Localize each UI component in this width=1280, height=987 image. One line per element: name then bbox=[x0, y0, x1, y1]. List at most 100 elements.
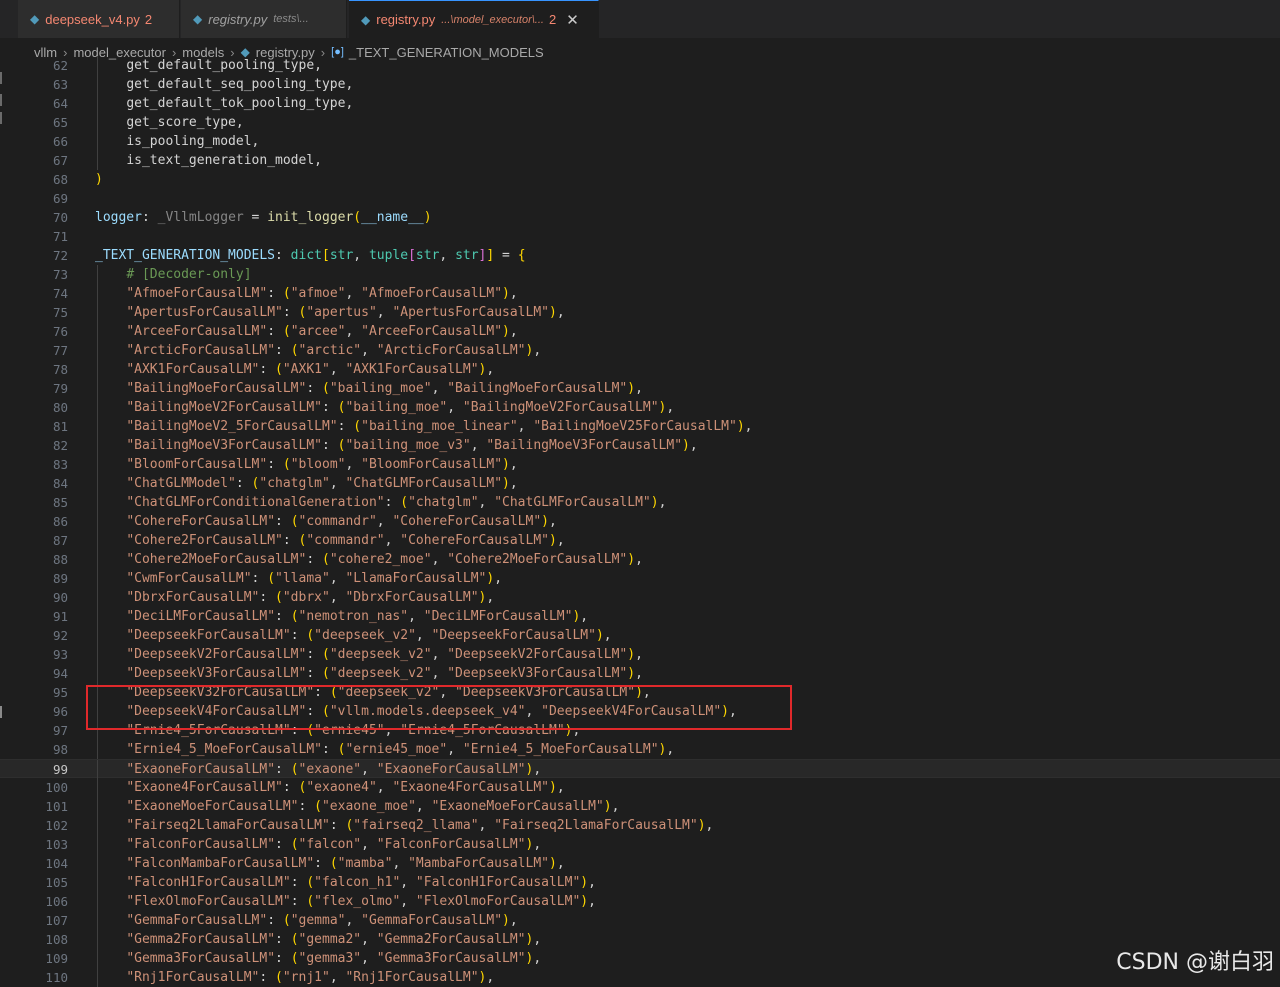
code-text: get_default_seq_pooling_type, bbox=[126, 77, 354, 92]
line-number: 87 bbox=[52, 533, 68, 548]
code-text: "Ernie4_5ForCausalLM": ("ernie45", "Erni… bbox=[126, 723, 581, 738]
line-number: 95 bbox=[52, 685, 68, 700]
code-text: get_score_type, bbox=[126, 115, 244, 130]
code-text: "DeepseekV4ForCausalLM": ("vllm.models.d… bbox=[126, 704, 737, 719]
code-text: "ChatGLMForConditionalGeneration": ("cha… bbox=[126, 495, 667, 510]
python-file-icon: ◆ bbox=[361, 12, 371, 27]
code-editor[interactable]: 62 get_default_pooling_type, 63 get_defau… bbox=[0, 56, 1280, 987]
line-number: 64 bbox=[52, 96, 68, 111]
code-text: "Gemma2ForCausalLM": ("gemma2", "Gemma2F… bbox=[126, 932, 542, 947]
close-icon[interactable]: ✕ bbox=[566, 11, 579, 29]
code-line[interactable]: 101 "ExaoneMoeForCausalLM": ("exaone_moe… bbox=[0, 797, 1280, 816]
code-text: "AfmoeForCausalLM": ("afmoe", "AfmoeForC… bbox=[126, 286, 518, 301]
code-line[interactable]: 63 get_default_seq_pooling_type, bbox=[0, 75, 1280, 94]
code-line[interactable]: 82 "BailingMoeV3ForCausalLM": ("bailing_… bbox=[0, 436, 1280, 455]
code-line[interactable]: 94 "DeepseekV3ForCausalLM": ("deepseek_v… bbox=[0, 664, 1280, 683]
code-text: "BailingMoeV2_5ForCausalLM": ("bailing_m… bbox=[126, 419, 753, 434]
code-line[interactable]: 62 get_default_pooling_type, bbox=[0, 56, 1280, 75]
code-line[interactable]: 91 "DeciLMForCausalLM": ("nemotron_nas",… bbox=[0, 607, 1280, 626]
code-line[interactable]: 108 "Gemma2ForCausalLM": ("gemma2", "Gem… bbox=[0, 930, 1280, 949]
tab-deepseek-v4[interactable]: ◆ deepseek_v4.py 2 bbox=[18, 0, 180, 38]
code-line[interactable]: 68) bbox=[0, 170, 1280, 189]
line-number: 101 bbox=[45, 799, 68, 814]
code-line[interactable]: 105 "FalconH1ForCausalLM": ("falcon_h1",… bbox=[0, 873, 1280, 892]
code-line[interactable]: 100 "Exaone4ForCausalLM": ("exaone4", "E… bbox=[0, 778, 1280, 797]
code-text: is_pooling_model, bbox=[126, 134, 260, 149]
code-text: "ChatGLMModel": ("chatglm", "ChatGLMForC… bbox=[126, 476, 518, 491]
code-line[interactable]: 78 "AXK1ForCausalLM": ("AXK1", "AXK1ForC… bbox=[0, 360, 1280, 379]
code-text: is_text_generation_model, bbox=[126, 153, 322, 168]
code-line[interactable]: 107 "GemmaForCausalLM": ("gemma", "Gemma… bbox=[0, 911, 1280, 930]
code-line[interactable]: 75 "ApertusForCausalLM": ("apertus", "Ap… bbox=[0, 303, 1280, 322]
code-text: "CohereForCausalLM": ("commandr", "Coher… bbox=[126, 514, 557, 529]
code-text: "Cohere2ForCausalLM": ("commandr", "Cohe… bbox=[126, 533, 565, 548]
code-line[interactable]: 102 "Fairseq2LlamaForCausalLM": ("fairse… bbox=[0, 816, 1280, 835]
code-line[interactable]: 99 "ExaoneForCausalLM": ("exaone", "Exao… bbox=[0, 759, 1280, 779]
line-number: 70 bbox=[52, 210, 68, 225]
code-line[interactable]: 110 "Rnj1ForCausalLM": ("rnj1", "Rnj1For… bbox=[0, 968, 1280, 987]
code-text: "DeepseekV32ForCausalLM": ("deepseek_v2"… bbox=[126, 685, 651, 700]
code-line[interactable]: 73 # [Decoder-only] bbox=[0, 265, 1280, 284]
code-text: "FlexOlmoForCausalLM": ("flex_olmo", "Fl… bbox=[126, 894, 596, 909]
code-line[interactable]: 97 "Ernie4_5ForCausalLM": ("ernie45", "E… bbox=[0, 721, 1280, 740]
code-line[interactable]: 65 get_score_type, bbox=[0, 113, 1280, 132]
code-line[interactable]: 103 "FalconForCausalLM": ("falcon", "Fal… bbox=[0, 835, 1280, 854]
code-line[interactable]: 70 logger: _VllmLogger = init_logger(__na… bbox=[0, 208, 1280, 227]
code-line[interactable]: 71 bbox=[0, 227, 1280, 246]
code-text: "ExaoneMoeForCausalLM": ("exaone_moe", "… bbox=[126, 799, 620, 814]
code-text: "FalconH1ForCausalLM": ("falcon_h1", "Fa… bbox=[126, 875, 596, 890]
code-line[interactable]: 95 "DeepseekV32ForCausalLM": ("deepseek_… bbox=[0, 683, 1280, 702]
line-number: 65 bbox=[52, 115, 68, 130]
code-text: "Gemma3ForCausalLM": ("gemma3", "Gemma3F… bbox=[126, 951, 542, 966]
code-line[interactable]: 77 "ArcticForCausalLM": ("arctic", "Arct… bbox=[0, 341, 1280, 360]
code-line[interactable]: 74 "AfmoeForCausalLM": ("afmoe", "AfmoeF… bbox=[0, 284, 1280, 303]
code-line[interactable]: 109 "Gemma3ForCausalLM": ("gemma3", "Gem… bbox=[0, 949, 1280, 968]
code-line[interactable]: 79 "BailingMoeForCausalLM": ("bailing_mo… bbox=[0, 379, 1280, 398]
problem-count-badge: 2 bbox=[548, 12, 557, 27]
code-line[interactable]: 106 "FlexOlmoForCausalLM": ("flex_olmo",… bbox=[0, 892, 1280, 911]
code-line[interactable]: 81 "BailingMoeV2_5ForCausalLM": ("bailin… bbox=[0, 417, 1280, 436]
code-line[interactable]: 93 "DeepseekV2ForCausalLM": ("deepseek_v… bbox=[0, 645, 1280, 664]
code-line[interactable]: 69 bbox=[0, 189, 1280, 208]
line-number: 66 bbox=[52, 134, 68, 149]
line-number: 88 bbox=[52, 552, 68, 567]
code-text: get_default_tok_pooling_type, bbox=[126, 96, 354, 111]
code-text: "Exaone4ForCausalLM": ("exaone4", "Exaon… bbox=[126, 780, 565, 795]
code-line[interactable]: 87 "Cohere2ForCausalLM": ("commandr", "C… bbox=[0, 531, 1280, 550]
tab-registry-model-executor[interactable]: ◆ registry.py ...\model_executor\... 2 ✕ bbox=[349, 0, 599, 38]
code-line[interactable]: 98 "Ernie4_5_MoeForCausalLM": ("ernie45_… bbox=[0, 740, 1280, 759]
code-line[interactable]: 85 "ChatGLMForConditionalGeneration": ("… bbox=[0, 493, 1280, 512]
tab-registry-tests[interactable]: ◆ registry.py tests\... bbox=[181, 0, 347, 38]
code-line[interactable]: 88 "Cohere2MoeForCausalLM": ("cohere2_mo… bbox=[0, 550, 1280, 569]
code-line[interactable]: 104 "FalconMambaForCausalLM": ("mamba", … bbox=[0, 854, 1280, 873]
code-line[interactable]: 84 "ChatGLMModel": ("chatglm", "ChatGLMF… bbox=[0, 474, 1280, 493]
code-text: "GemmaForCausalLM": ("gemma", "GemmaForC… bbox=[126, 913, 518, 928]
code-line[interactable]: 90 "DbrxForCausalLM": ("dbrx", "DbrxForC… bbox=[0, 588, 1280, 607]
code-text: "DeepseekV2ForCausalLM": ("deepseek_v2",… bbox=[126, 647, 643, 662]
code-line[interactable]: 72 _TEXT_GENERATION_MODELS: dict[str, tup… bbox=[0, 246, 1280, 265]
line-number: 107 bbox=[45, 913, 68, 928]
code-line[interactable]: 76 "ArceeForCausalLM": ("arcee", "ArceeF… bbox=[0, 322, 1280, 341]
code-line[interactable]: 83 "BloomForCausalLM": ("bloom", "BloomF… bbox=[0, 455, 1280, 474]
line-number: 94 bbox=[52, 666, 68, 681]
code-line[interactable]: 66 is_pooling_model, bbox=[0, 132, 1280, 151]
line-number: 78 bbox=[52, 362, 68, 377]
code-text: "BloomForCausalLM": ("bloom", "BloomForC… bbox=[126, 457, 518, 472]
tab-label: registry.py bbox=[376, 12, 436, 27]
code-text: "FalconForCausalLM": ("falcon", "FalconF… bbox=[126, 837, 542, 852]
code-line[interactable]: 86 "CohereForCausalLM": ("commandr", "Co… bbox=[0, 512, 1280, 531]
code-line[interactable]: 89 "CwmForCausalLM": ("llama", "LlamaFor… bbox=[0, 569, 1280, 588]
code-line[interactable]: 67 is_text_generation_model, bbox=[0, 151, 1280, 170]
line-number: 108 bbox=[45, 932, 68, 947]
code-line[interactable]: 64 get_default_tok_pooling_type, bbox=[0, 94, 1280, 113]
code-text: "Ernie4_5_MoeForCausalLM": ("ernie45_moe… bbox=[126, 742, 675, 757]
watermark-text: CSDN @谢白羽 bbox=[1116, 950, 1274, 975]
line-number: 103 bbox=[45, 837, 68, 852]
code-text: "ArcticForCausalLM": ("arctic", "ArcticF… bbox=[126, 343, 542, 358]
line-number: 98 bbox=[52, 742, 68, 757]
code-text: "ArceeForCausalLM": ("arcee", "ArceeForC… bbox=[126, 324, 518, 339]
line-number: 92 bbox=[52, 628, 68, 643]
code-line[interactable]: 80 "BailingMoeV2ForCausalLM": ("bailing_… bbox=[0, 398, 1280, 417]
code-line[interactable]: 96 "DeepseekV4ForCausalLM": ("vllm.model… bbox=[0, 702, 1280, 721]
code-line[interactable]: 92 "DeepseekForCausalLM": ("deepseek_v2"… bbox=[0, 626, 1280, 645]
